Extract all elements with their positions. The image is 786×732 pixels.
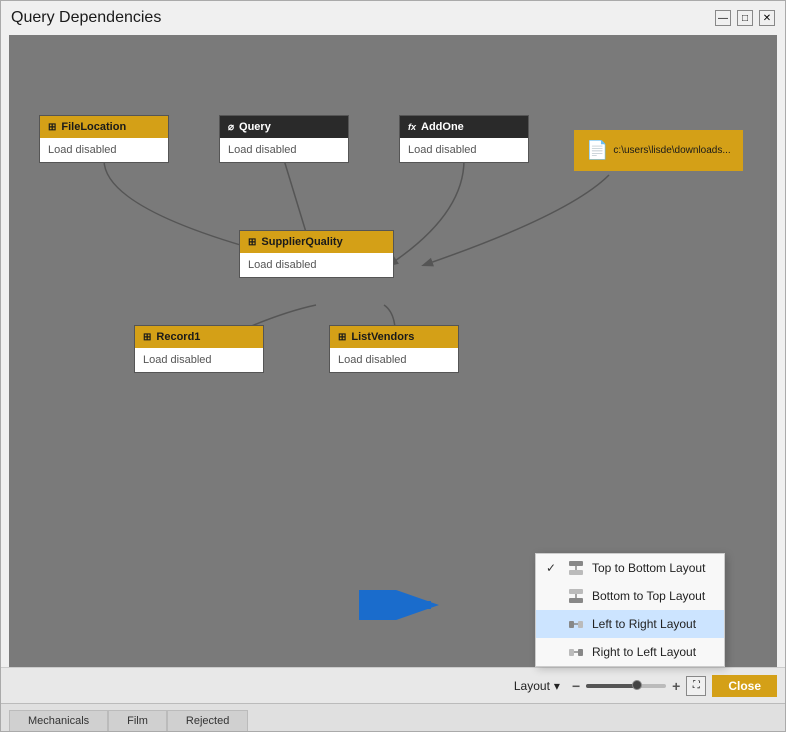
node-supplierquality-label: SupplierQuality bbox=[261, 236, 342, 248]
node-filelocation[interactable]: ⊞ FileLocation Load disabled bbox=[39, 115, 169, 163]
node-record1-label: Record1 bbox=[156, 331, 200, 343]
node-record1[interactable]: ⊞ Record1 Load disabled bbox=[134, 325, 264, 373]
bottom-top-icon bbox=[568, 588, 584, 604]
context-menu: ✓ Top to Bottom Layout Bottom to Top Lay… bbox=[535, 553, 725, 667]
menu-item-left-right[interactable]: Left to Right Layout bbox=[536, 610, 724, 638]
layout-dropdown-button[interactable]: Layout ▾ bbox=[508, 677, 566, 695]
file-node[interactable]: 📄 c:\users\lisde\downloads... bbox=[574, 130, 743, 171]
top-bottom-icon bbox=[568, 560, 584, 576]
table-icon4: ⊞ bbox=[338, 332, 346, 343]
layout-label: Layout bbox=[514, 679, 550, 693]
node-filelocation-label: FileLocation bbox=[61, 121, 126, 133]
table-icon: ⊞ bbox=[48, 122, 56, 133]
window-controls: — □ ✕ bbox=[715, 10, 775, 26]
fit-button[interactable]: ⛶ bbox=[686, 676, 706, 696]
file-icon: 📄 bbox=[586, 140, 608, 161]
node-record1-body: Load disabled bbox=[135, 348, 263, 372]
node-query[interactable]: ⌀ Query Load disabled bbox=[219, 115, 349, 163]
table-icon2: ⊞ bbox=[248, 237, 256, 248]
node-filelocation-body: Load disabled bbox=[40, 138, 168, 162]
zoom-plus-icon: + bbox=[672, 678, 680, 694]
maximize-button[interactable]: □ bbox=[737, 10, 753, 26]
tab-mechanicals[interactable]: Mechanicals bbox=[9, 710, 108, 731]
node-filelocation-header: ⊞ FileLocation bbox=[40, 116, 168, 138]
tab-rejected[interactable]: Rejected bbox=[167, 710, 248, 731]
close-window-button[interactable]: ✕ bbox=[759, 10, 775, 26]
title-bar: Query Dependencies — □ ✕ bbox=[1, 1, 785, 31]
query-icon: ⌀ bbox=[228, 122, 234, 133]
zoom-slider-fill bbox=[586, 684, 636, 688]
close-button[interactable]: Close bbox=[712, 675, 777, 697]
node-supplierquality[interactable]: ⊞ SupplierQuality Load disabled bbox=[239, 230, 394, 278]
menu-label-bottom-top: Bottom to Top Layout bbox=[592, 589, 705, 603]
node-query-label: Query bbox=[239, 121, 271, 133]
dropdown-icon: ▾ bbox=[554, 679, 560, 693]
menu-label-right-left: Right to Left Layout bbox=[592, 645, 696, 659]
left-right-icon bbox=[568, 616, 584, 632]
node-listvendors-header: ⊞ ListVendors bbox=[330, 326, 458, 348]
file-node-label: c:\users\lisde\downloads... bbox=[613, 145, 730, 156]
table-icon3: ⊞ bbox=[143, 332, 151, 343]
node-addone-body: Load disabled bbox=[400, 138, 528, 162]
tabs-bar: Mechanicals Film Rejected bbox=[1, 703, 785, 731]
fit-icon: ⛶ bbox=[693, 680, 700, 691]
menu-label-top-bottom: Top to Bottom Layout bbox=[592, 561, 705, 575]
function-icon: fx bbox=[408, 122, 416, 132]
main-window: Query Dependencies — □ ✕ bbox=[0, 0, 786, 732]
node-addone-label: AddOne bbox=[421, 121, 464, 133]
node-addone[interactable]: fx AddOne Load disabled bbox=[399, 115, 529, 163]
tab-film[interactable]: Film bbox=[108, 710, 167, 731]
window-title: Query Dependencies bbox=[11, 9, 161, 27]
menu-item-right-left[interactable]: Right to Left Layout bbox=[536, 638, 724, 666]
node-supplierquality-header: ⊞ SupplierQuality bbox=[240, 231, 393, 253]
zoom-slider-thumb[interactable] bbox=[632, 680, 642, 690]
right-left-icon bbox=[568, 644, 584, 660]
minimize-button[interactable]: — bbox=[715, 10, 731, 26]
zoom-minus-icon: − bbox=[572, 678, 580, 694]
node-query-header: ⌀ Query bbox=[220, 116, 348, 138]
node-supplierquality-body: Load disabled bbox=[240, 253, 393, 277]
menu-item-bottom-top[interactable]: Bottom to Top Layout bbox=[536, 582, 724, 610]
blue-arrow bbox=[359, 590, 439, 623]
node-addone-header: fx AddOne bbox=[400, 116, 528, 138]
toolbar: Layout ▾ − + ⛶ Close ✓ Top to Bottom Lay… bbox=[1, 667, 785, 703]
node-record1-header: ⊞ Record1 bbox=[135, 326, 263, 348]
node-query-body: Load disabled bbox=[220, 138, 348, 162]
zoom-slider[interactable] bbox=[586, 684, 666, 688]
node-listvendors[interactable]: ⊞ ListVendors Load disabled bbox=[329, 325, 459, 373]
menu-item-top-bottom[interactable]: ✓ Top to Bottom Layout bbox=[536, 554, 724, 582]
check-icon: ✓ bbox=[546, 561, 560, 575]
node-listvendors-label: ListVendors bbox=[351, 331, 414, 343]
menu-label-left-right: Left to Right Layout bbox=[592, 617, 696, 631]
node-listvendors-body: Load disabled bbox=[330, 348, 458, 372]
